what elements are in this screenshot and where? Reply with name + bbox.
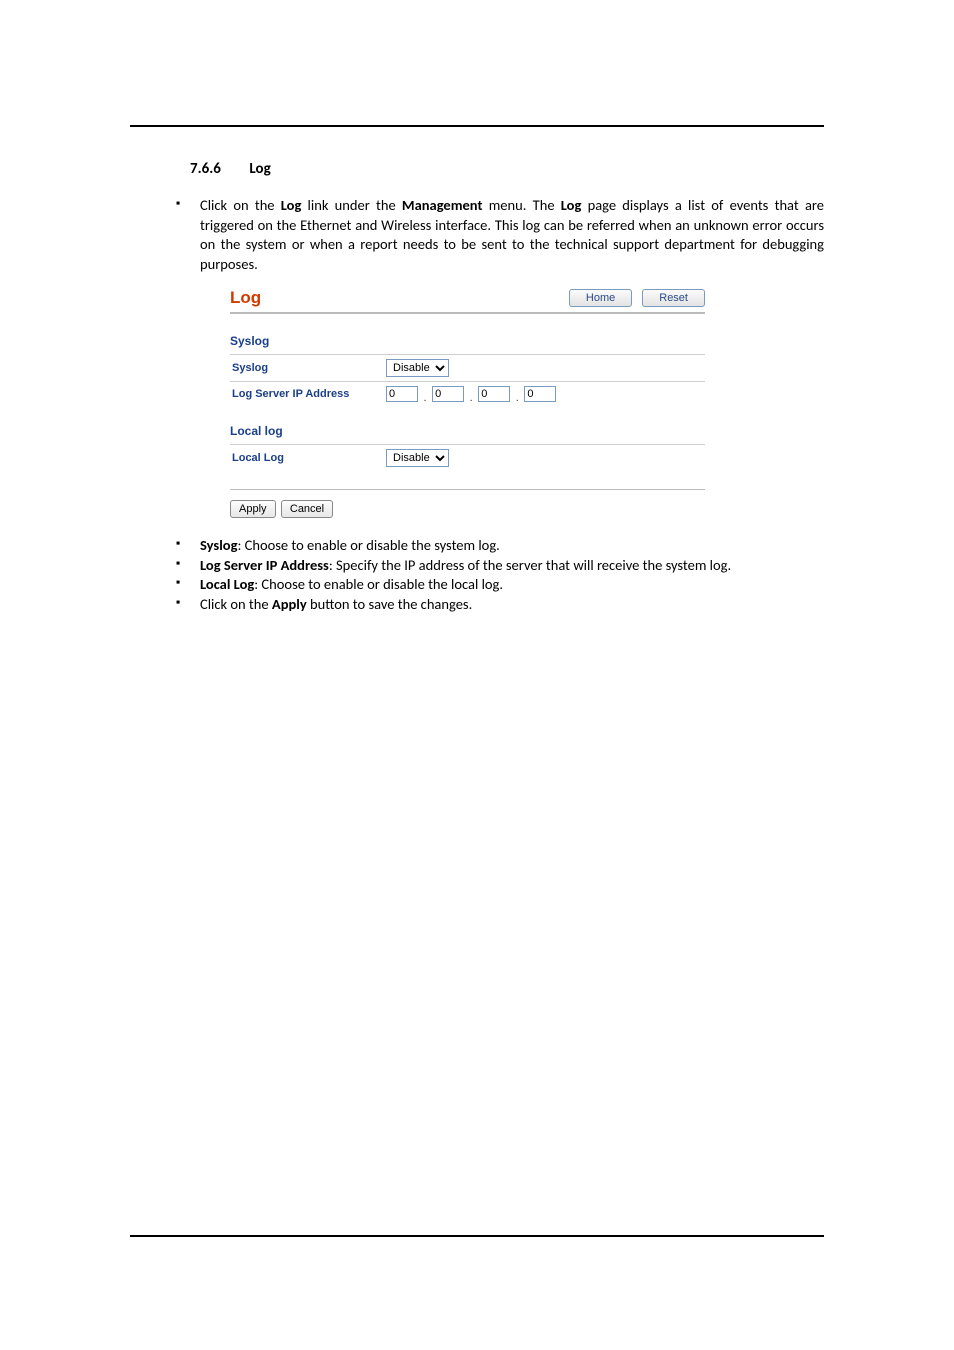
intro-mid1: link under the — [301, 196, 402, 214]
note-ip: Log Server IP Address: Specify the IP ad… — [170, 556, 824, 576]
page: 7.6.6 Log Click on the Log link under th… — [0, 0, 954, 1350]
section-number: 7.6.6 — [190, 160, 246, 178]
note-syslog-term: Syslog — [200, 536, 237, 554]
note-apply-term: Apply — [272, 595, 307, 613]
intro-pre: Click on the — [200, 196, 281, 214]
ip-dot-icon: . — [421, 392, 429, 404]
intro-link: Log — [281, 196, 302, 214]
local-log-label: Local Log — [230, 445, 384, 472]
ip-dot-icon: . — [467, 392, 475, 404]
ip-label: Log Server IP Address — [230, 382, 384, 407]
note-apply-pre: Click on the — [200, 595, 272, 613]
local-log-section-heading: Local log — [230, 424, 705, 438]
local-log-value-cell: Disable — [384, 445, 705, 472]
note-ip-term: Log Server IP Address — [200, 556, 329, 574]
home-button[interactable]: Home — [569, 289, 632, 307]
note-apply: Click on the Apply button to save the ch… — [170, 595, 824, 615]
apply-button[interactable]: Apply — [230, 500, 276, 518]
note-local-text: : Choose to enable or disable the local … — [254, 575, 503, 593]
cancel-button[interactable]: Cancel — [281, 500, 333, 518]
syslog-row: Syslog Disable — [230, 355, 705, 382]
log-panel: Log Home Reset Syslog Syslog Disable Log… — [230, 288, 705, 518]
local-log-table: Local Log Disable — [230, 444, 705, 471]
local-log-row: Local Log Disable — [230, 445, 705, 472]
notes-list: Syslog: Choose to enable or disable the … — [170, 536, 824, 614]
ip-dot-icon: . — [513, 392, 521, 404]
note-ip-text: : Specify the IP address of the server t… — [329, 556, 731, 574]
note-syslog-text: : Choose to enable or disable the system… — [237, 536, 499, 554]
note-local: Local Log: Choose to enable or disable t… — [170, 575, 824, 595]
bottom-rule — [130, 1235, 824, 1237]
intro-menu: Management — [402, 196, 483, 214]
syslog-value-cell: Disable — [384, 355, 705, 382]
intro-list: Click on the Log link under the Manageme… — [170, 196, 824, 274]
panel-header: Log Home Reset — [230, 288, 705, 314]
ip-value-cell: . . . — [384, 382, 705, 407]
intro-page: Log — [561, 196, 582, 214]
panel-divider — [230, 489, 705, 490]
syslog-select[interactable]: Disable — [386, 359, 449, 377]
content: 7.6.6 Log Click on the Log link under th… — [130, 120, 824, 615]
syslog-label: Syslog — [230, 355, 384, 382]
local-log-select[interactable]: Disable — [386, 449, 449, 467]
note-apply-text: button to save the changes. — [307, 595, 473, 613]
note-local-term: Local Log — [200, 575, 254, 593]
note-syslog: Syslog: Choose to enable or disable the … — [170, 536, 824, 556]
syslog-table: Syslog Disable Log Server IP Address . . — [230, 354, 705, 406]
ip-octet-3[interactable] — [478, 386, 510, 402]
ip-octet-4[interactable] — [524, 386, 556, 402]
reset-button[interactable]: Reset — [642, 289, 705, 307]
ip-octet-2[interactable] — [432, 386, 464, 402]
section-heading: 7.6.6 Log — [190, 160, 824, 178]
panel-title: Log — [230, 288, 559, 308]
syslog-section-heading: Syslog — [230, 334, 705, 348]
intro-mid2: menu. The — [482, 196, 560, 214]
intro-bullet: Click on the Log link under the Manageme… — [170, 196, 824, 274]
ip-octet-1[interactable] — [386, 386, 418, 402]
section-title: Log — [249, 160, 270, 178]
ip-row: Log Server IP Address . . . — [230, 382, 705, 407]
